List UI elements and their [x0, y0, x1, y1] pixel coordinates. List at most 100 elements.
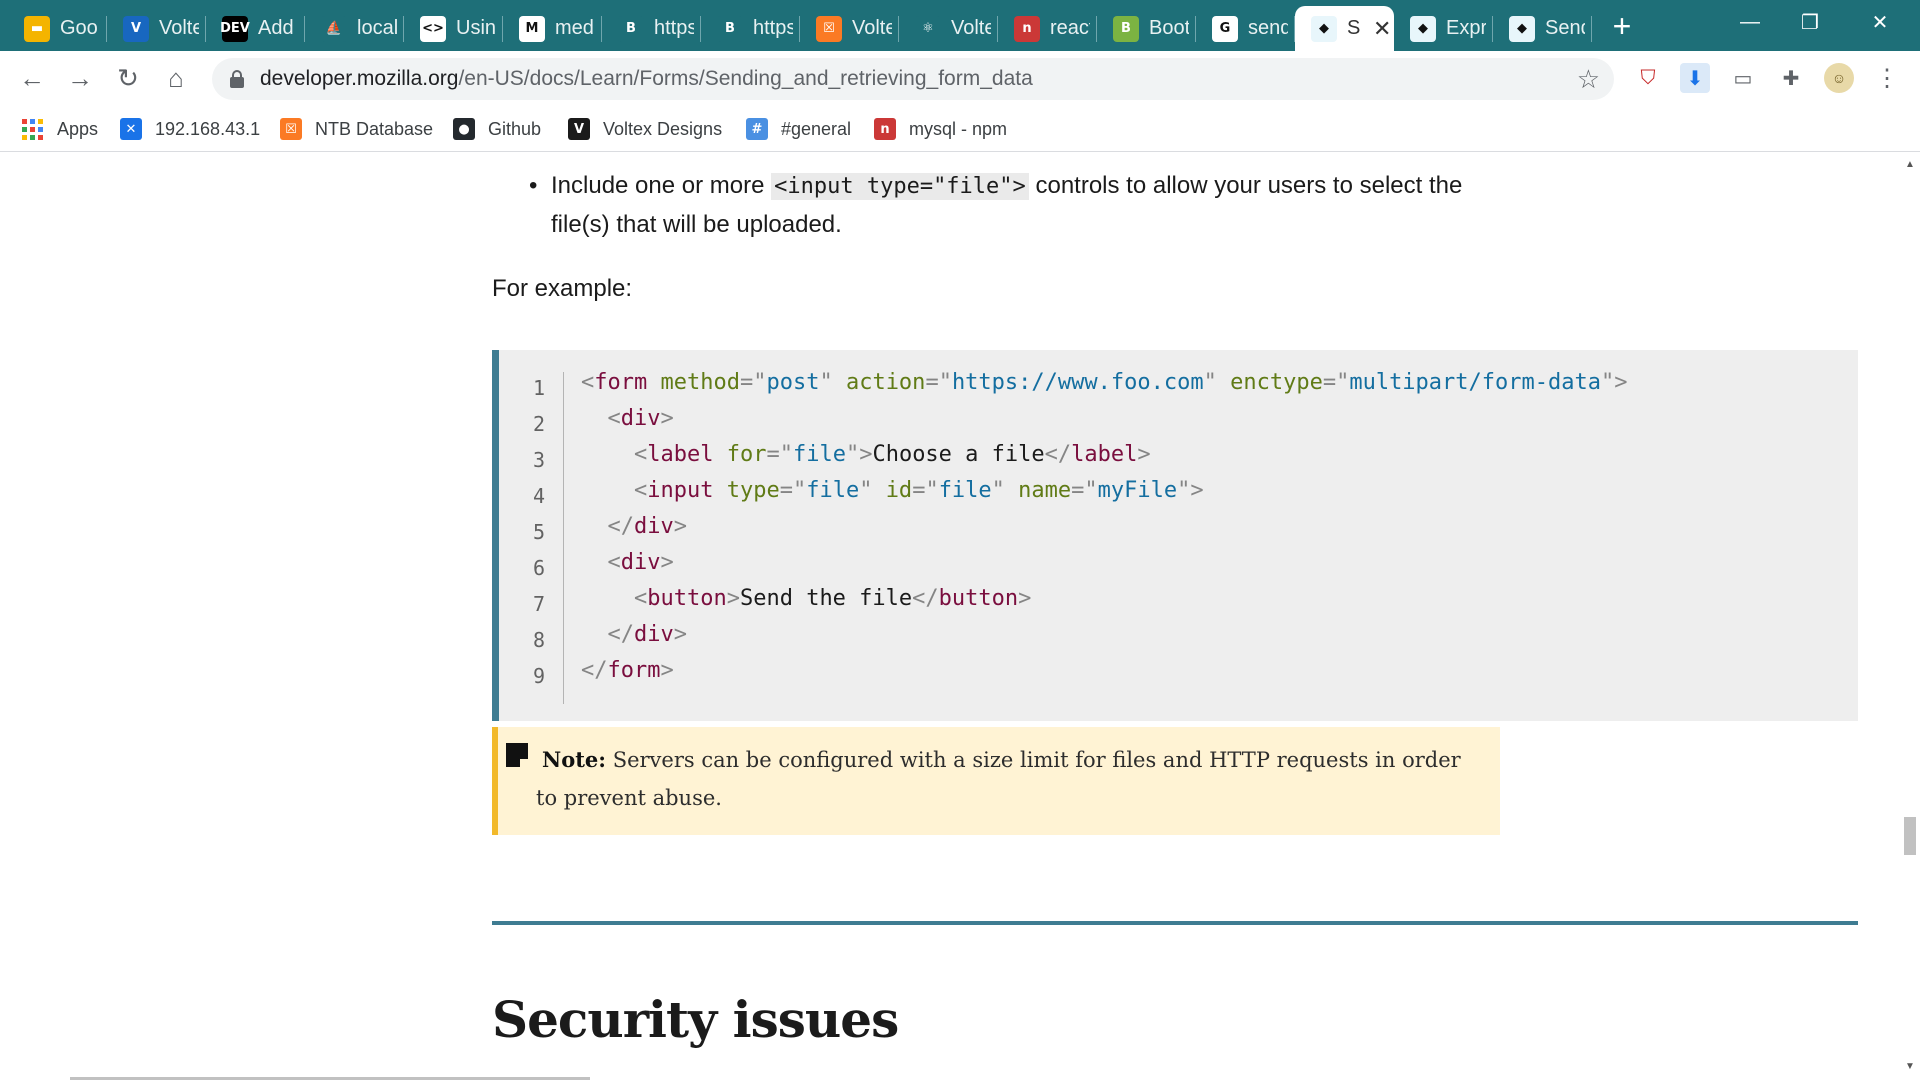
- router-icon: ✕: [120, 118, 142, 140]
- section-divider: [492, 921, 1858, 925]
- vuetify-icon: V: [123, 15, 149, 42]
- bookmark-item[interactable]: ● Github: [453, 115, 541, 143]
- tab-title: react: [1050, 17, 1090, 39]
- tab-strip: ▬GooVVolteDEVAdd⛵locall<>UsinMmediBhttps…: [0, 0, 1920, 51]
- install-extension-icon[interactable]: ⬇: [1680, 63, 1710, 93]
- bookmark-item[interactable]: V Voltex Designs: [568, 115, 722, 143]
- code-line: <input type="file" id="file" name="myFil…: [633, 478, 1204, 503]
- tab-title: Expr: [1446, 17, 1486, 39]
- bookmark-star-icon[interactable]: ☆: [1577, 64, 1600, 95]
- note-text: Note: Servers can be configured with a s…: [536, 741, 1486, 817]
- section-heading: Security issues: [492, 990, 899, 1049]
- close-tab-icon[interactable]: ✕: [1373, 16, 1391, 42]
- scrollbar-thumb[interactable]: [1904, 817, 1916, 855]
- bootstrap-vue-icon: B: [618, 15, 644, 42]
- code-line: <button>Send the file</button>: [633, 586, 1032, 611]
- line-number: 4: [532, 484, 545, 508]
- lock-icon[interactable]: [230, 70, 244, 88]
- line-number: 3: [532, 448, 545, 472]
- url-text[interactable]: developer.mozilla.org/en-US/docs/Learn/F…: [260, 67, 1033, 91]
- browser-tab[interactable]: Mmedi: [503, 6, 602, 51]
- bullet-text: Include one or more: [551, 172, 772, 199]
- tab-title: Goo: [60, 17, 98, 39]
- forward-arrow-icon[interactable]: →: [62, 60, 98, 96]
- xampp-icon: ☒: [816, 15, 842, 42]
- browser-tab[interactable]: Gsend: [1196, 6, 1295, 51]
- browser-tab[interactable]: ☒ Volte: [800, 6, 899, 51]
- tab-title: Send: [1545, 17, 1585, 39]
- vertical-scrollbar[interactable]: ▲ ▼: [1900, 153, 1920, 1080]
- dev-to-icon: DEV: [220, 15, 250, 42]
- browser-tab[interactable]: ⚛ Volte: [899, 6, 998, 51]
- code-line: <label for="file">Choose a file</label>: [633, 442, 1151, 467]
- bookmark-item[interactable]: Apps: [22, 115, 98, 143]
- code-icon: <>: [420, 15, 446, 42]
- tab-title: https: [654, 17, 694, 39]
- pocket-extension-icon[interactable]: ⛉: [1633, 63, 1663, 93]
- back-arrow-icon[interactable]: ←: [14, 60, 50, 96]
- bookmark-item[interactable]: # #general: [746, 115, 851, 143]
- bookmark-item[interactable]: ✕ 192.168.43.1: [120, 115, 260, 143]
- medium-icon: M: [519, 15, 545, 42]
- google-icon: G: [1212, 15, 1238, 42]
- tab-title: Add: [258, 17, 294, 39]
- line-number: 1: [532, 376, 545, 400]
- scroll-up-arrow-icon[interactable]: ▲: [1905, 159, 1915, 170]
- extensions-puzzle-icon[interactable]: ✚: [1776, 63, 1806, 93]
- bookmark-label: Voltex Designs: [603, 118, 723, 139]
- address-bar[interactable]: developer.mozilla.org/en-US/docs/Learn/F…: [212, 58, 1614, 100]
- browser-tab[interactable]: ⛵ locall: [305, 6, 404, 51]
- code-line: <div>: [607, 406, 674, 431]
- apps-grid-icon: [22, 118, 43, 140]
- example-paragraph: For example:: [492, 275, 633, 302]
- new-tab-button[interactable]: +: [1604, 8, 1640, 44]
- bootstrap-vue-icon: B: [717, 15, 743, 42]
- tab-title: send: [1248, 17, 1288, 39]
- url-path: /en-US/docs/Learn/Forms/Sending_and_retr…: [458, 67, 1033, 90]
- menu-kebab-icon[interactable]: ⋮: [1872, 63, 1902, 93]
- browser-tab[interactable]: Bhttps: [701, 6, 800, 51]
- minimize-icon[interactable]: —: [1720, 0, 1780, 44]
- tab-title: S: [1347, 17, 1361, 39]
- browser-tab[interactable]: Bhttps: [602, 6, 701, 51]
- bootstrap-icon: B: [1113, 15, 1139, 42]
- browser-tab[interactable]: ▬ Goo: [8, 6, 107, 51]
- browser-tab[interactable]: ◆ S ✕: [1295, 6, 1394, 51]
- browser-tab[interactable]: B Boot: [1097, 6, 1196, 51]
- list-item: Include one or more <input type="file"> …: [529, 167, 1481, 244]
- note-callout: Note: Servers can be configured with a s…: [492, 727, 1500, 835]
- bookmark-label: Apps: [57, 118, 99, 139]
- note-label: Note:: [542, 747, 607, 772]
- line-number: 7: [532, 592, 545, 616]
- google-slides-icon: ▬: [24, 15, 50, 42]
- line-number: 6: [532, 556, 545, 580]
- home-icon[interactable]: ⌂: [158, 60, 194, 96]
- code-line: </div>: [607, 622, 688, 647]
- code-line: </form>: [581, 658, 674, 683]
- npm-icon: n: [1014, 15, 1040, 42]
- tab-title: Volte: [951, 17, 991, 39]
- bookmark-label: Github: [488, 118, 542, 139]
- bookmark-item[interactable]: ☒ NTB Database: [280, 115, 433, 143]
- bookmark-label: mysql - npm: [909, 118, 1008, 139]
- browser-tab[interactable]: ◆ Expr: [1394, 6, 1493, 51]
- profile-avatar[interactable]: ☺: [1824, 63, 1854, 93]
- code-block: 1 2 3 4 5 6 7 8 9 <form method="post" ac…: [492, 350, 1858, 721]
- tab-title: https: [753, 17, 793, 39]
- browser-tab[interactable]: V Volte: [107, 6, 206, 51]
- cast-icon[interactable]: ▭: [1728, 63, 1758, 93]
- note-body: Servers can be configured with a size li…: [536, 748, 1461, 810]
- scroll-down-arrow-icon[interactable]: ▼: [1905, 1061, 1915, 1072]
- tab-title: medi: [555, 17, 595, 39]
- browser-tab[interactable]: ◆ Send: [1493, 6, 1592, 51]
- browser-tab[interactable]: DEV Add: [206, 6, 305, 51]
- browser-tab[interactable]: <> Usin: [404, 6, 503, 51]
- bookmark-label: #general: [781, 118, 852, 139]
- mdn-icon: ◆: [1410, 15, 1436, 42]
- tab-separator: [1591, 16, 1592, 42]
- window-close-icon[interactable]: ✕: [1850, 0, 1910, 44]
- reload-icon[interactable]: ↻: [110, 60, 146, 96]
- bookmark-item[interactable]: n mysql - npm: [874, 115, 1007, 143]
- restore-icon[interactable]: ❐: [1780, 0, 1840, 44]
- browser-tab[interactable]: nreact: [998, 6, 1097, 51]
